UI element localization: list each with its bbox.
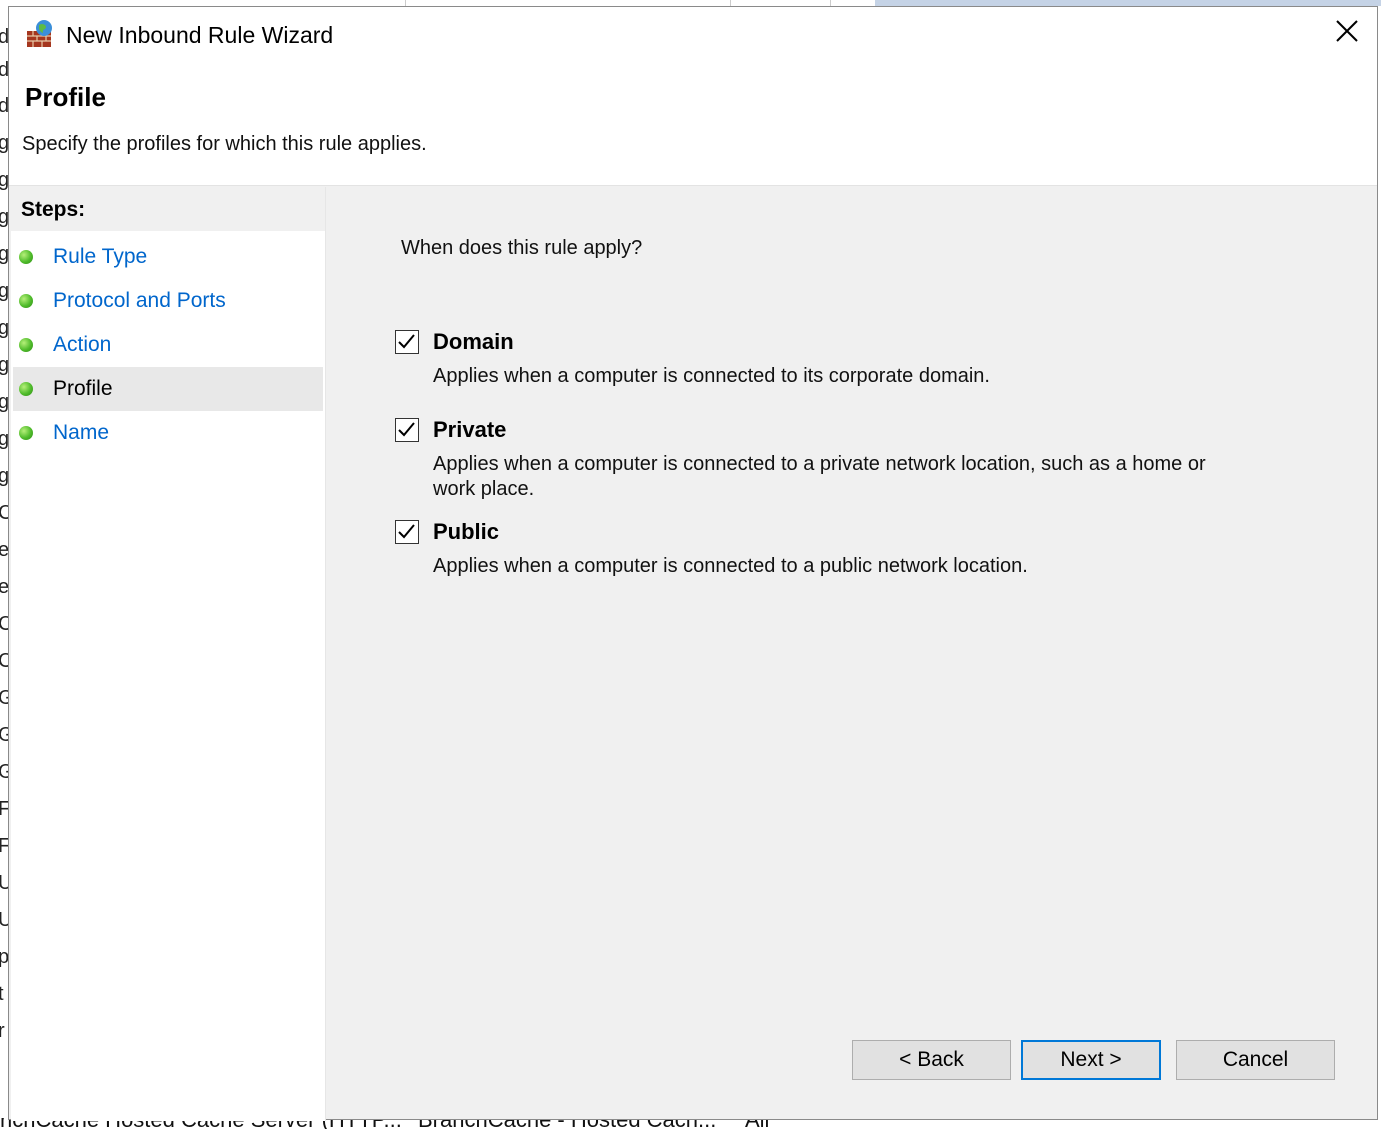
window-title: New Inbound Rule Wizard bbox=[66, 22, 334, 48]
page-subtitle: Specify the profiles for which this rule… bbox=[22, 133, 427, 155]
step-label: Name bbox=[53, 421, 110, 444]
back-button[interactable]: < Back bbox=[852, 1040, 1011, 1080]
wizard-dialog: New Inbound Rule Wizard Profile Specify … bbox=[8, 6, 1379, 1121]
step-label: Profile bbox=[53, 377, 113, 400]
public-description: Applies when a computer is connected to … bbox=[433, 555, 1028, 577]
public-checkbox[interactable] bbox=[395, 520, 419, 544]
profile-content: When does this rule apply? Domain Applie… bbox=[331, 187, 1379, 1121]
public-label[interactable]: Public bbox=[433, 518, 499, 546]
step-status-icon bbox=[19, 382, 33, 396]
page-title: Profile bbox=[25, 82, 106, 112]
domain-description: Applies when a computer is connected to … bbox=[433, 365, 990, 387]
close-button[interactable] bbox=[1325, 13, 1369, 53]
domain-checkbox[interactable] bbox=[395, 330, 419, 354]
check-icon bbox=[398, 422, 415, 437]
domain-label[interactable]: Domain bbox=[433, 328, 514, 356]
step-label: Protocol and Ports bbox=[53, 289, 226, 312]
firewall-globe-icon bbox=[25, 19, 55, 49]
step-protocol-and-ports[interactable]: Protocol and Ports bbox=[13, 279, 323, 323]
steps-heading-label: Steps: bbox=[21, 198, 86, 221]
wizard-header: Profile Specify the profiles for which t… bbox=[9, 61, 1377, 186]
step-label: Rule Type bbox=[53, 245, 148, 268]
check-icon bbox=[398, 524, 415, 539]
cancel-button[interactable]: Cancel bbox=[1176, 1040, 1335, 1080]
title-bar[interactable]: New Inbound Rule Wizard bbox=[9, 7, 1377, 61]
private-description: Applies when a computer is connected to … bbox=[433, 453, 1206, 500]
steps-panel: Steps: Rule Type Protocol and Ports Acti… bbox=[11, 187, 326, 1121]
next-button[interactable]: Next > bbox=[1021, 1040, 1161, 1080]
step-status-icon bbox=[19, 294, 33, 308]
step-profile[interactable]: Profile bbox=[13, 367, 323, 411]
step-action[interactable]: Action bbox=[13, 323, 323, 367]
check-icon bbox=[398, 334, 415, 349]
step-name[interactable]: Name bbox=[13, 411, 323, 455]
step-status-icon bbox=[19, 426, 33, 440]
close-icon bbox=[1335, 19, 1359, 48]
steps-heading: Steps: bbox=[11, 187, 325, 231]
step-status-icon bbox=[19, 338, 33, 352]
private-checkbox[interactable] bbox=[395, 418, 419, 442]
question-label: When does this rule apply? bbox=[401, 237, 643, 259]
private-label[interactable]: Private bbox=[433, 416, 506, 444]
step-rule-type[interactable]: Rule Type bbox=[13, 235, 323, 279]
step-label: Action bbox=[53, 333, 112, 356]
step-status-icon bbox=[19, 250, 33, 264]
